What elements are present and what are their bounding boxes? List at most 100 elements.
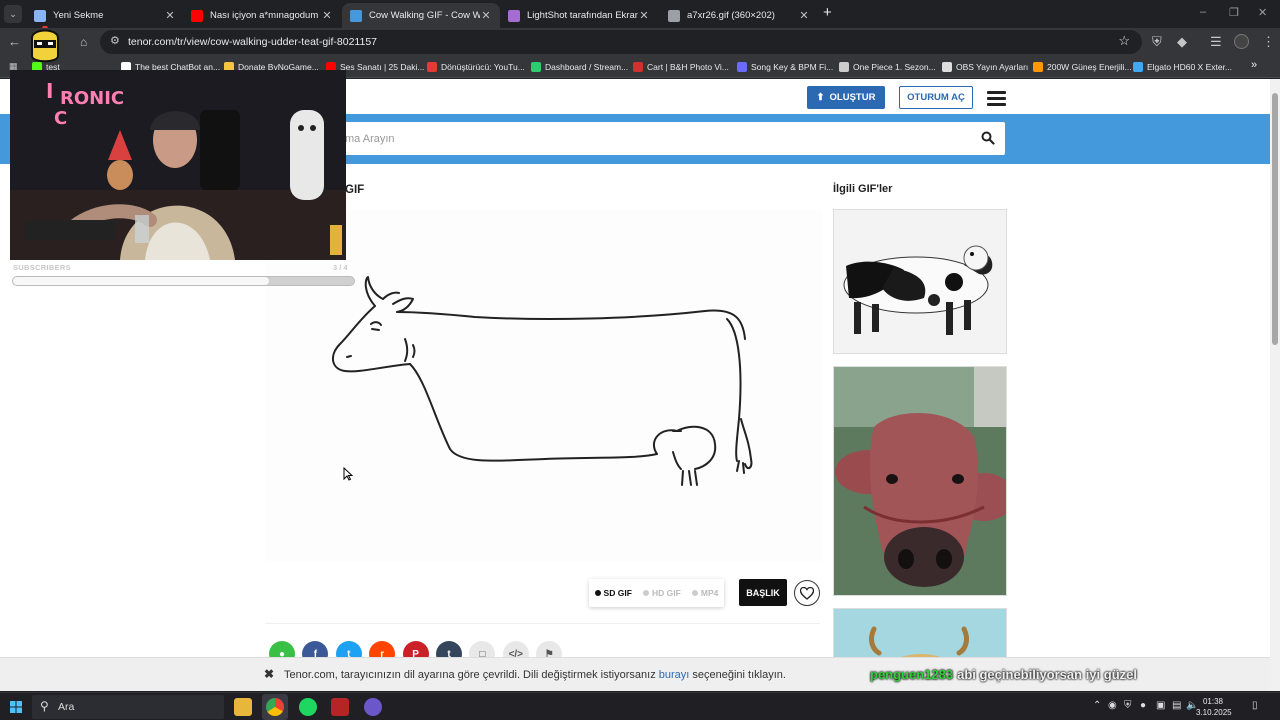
close-notice-icon[interactable]: ✖	[264, 667, 274, 681]
tray-chevron-icon[interactable]: ⌃	[1093, 700, 1101, 711]
profile-avatar[interactable]	[1234, 34, 1249, 49]
tab-close-icon[interactable]: ✕	[321, 9, 333, 22]
cow-drawing	[332, 276, 753, 570]
notification-icon[interactable]: ▯	[1252, 700, 1258, 711]
bookmark-favicon-icon	[942, 62, 952, 72]
tab-close-icon[interactable]: ✕	[164, 9, 176, 22]
tray-app-icon[interactable]: ▣	[1156, 700, 1165, 711]
network-icon[interactable]: ▤	[1172, 700, 1181, 711]
bookmark-item[interactable]: 200W Güneş Enerjili...	[1033, 60, 1132, 74]
caption-button[interactable]: BAŞLIK	[739, 579, 787, 606]
file-explorer-icon[interactable]	[234, 698, 252, 716]
search-input[interactable]: ma Arayın	[280, 122, 1005, 155]
taskbar-search-input[interactable]: ⚲ Ara	[32, 695, 224, 719]
browser-tab[interactable]: a7xr26.gif (360×202) ✕	[660, 3, 818, 28]
main-gif[interactable]	[265, 209, 822, 570]
bookmark-label: Elgato HD60 X Exter...	[1147, 62, 1233, 72]
home-icon[interactable]: ⌂	[80, 33, 87, 51]
bookmark-favicon-icon	[1033, 62, 1043, 72]
url-text: tenor.com/tr/view/cow-walking-udder-teat…	[128, 36, 378, 48]
tab-search-button[interactable]: ⌄	[4, 5, 22, 23]
minimize-icon[interactable]: –	[1200, 6, 1206, 18]
create-button[interactable]: ⬆ OLUŞTUR	[807, 86, 885, 109]
bookmark-label: One Piece 1. Sezon...	[853, 62, 936, 72]
back-icon[interactable]: ←	[8, 33, 21, 51]
page-scrollbar[interactable]	[1270, 79, 1280, 691]
format-option[interactable]: SD GIF	[594, 588, 632, 598]
format-option[interactable]: HD GIF	[643, 588, 681, 598]
tab-title: Yeni Sekme	[53, 10, 104, 21]
bookmark-label: Cart | B&H Photo Vi...	[647, 62, 729, 72]
extensions-icon[interactable]: ◆	[1177, 33, 1187, 51]
windows-start-icon[interactable]	[10, 701, 22, 713]
hamburger-menu-icon[interactable]	[987, 91, 1006, 109]
shield-extension-icon[interactable]: ⛨	[1152, 33, 1162, 51]
tray-obs-icon[interactable]: ◉	[1108, 700, 1117, 711]
taskbar-search-icon: ⚲	[40, 699, 49, 713]
clock-time: 01:38	[1202, 697, 1224, 706]
bookmark-star-icon[interactable]: ☆	[1118, 33, 1130, 49]
subscriber-goal-count: 3 / 4	[333, 263, 348, 272]
browser-tab[interactable]: Yeni Sekme ✕	[26, 3, 184, 28]
address-bar[interactable]: ⚙ tenor.com/tr/view/cow-walking-udder-te…	[100, 30, 1142, 54]
bookmark-favicon-icon	[737, 62, 747, 72]
bookmark-item[interactable]: One Piece 1. Sezon...	[839, 60, 936, 74]
subscriber-goal-fill	[13, 277, 269, 285]
tab-close-icon[interactable]: ✕	[798, 9, 810, 22]
tab-favicon-icon	[508, 9, 520, 22]
bookmark-item[interactable]: Dönüştürücü: YouTu...	[427, 60, 525, 74]
related-gif-red-cow[interactable]	[833, 366, 1007, 596]
favorite-button[interactable]	[794, 580, 820, 606]
subscriber-goal-bar	[12, 276, 355, 286]
media-controls-icon[interactable]: ☰	[1210, 33, 1222, 51]
close-window-icon[interactable]: ✕	[1258, 6, 1267, 19]
divider	[265, 623, 820, 624]
bookmark-item[interactable]: Dashboard / Stream...	[531, 60, 628, 74]
gif-title: GIF	[345, 184, 365, 196]
login-button[interactable]: OTURUM AÇ	[899, 86, 973, 109]
obs-app-icon[interactable]	[364, 698, 382, 716]
site-info-icon[interactable]: ⚙	[110, 34, 120, 47]
voicemeeter-icon[interactable]	[331, 698, 349, 716]
format-option[interactable]: MP4	[691, 588, 719, 598]
browser-toolbar: ← ⌂ ⚙ tenor.com/tr/view/cow-walking-udde…	[0, 28, 1280, 56]
maximize-icon[interactable]: ❐	[1229, 6, 1239, 19]
format-radio-icon	[691, 590, 698, 596]
browser-tab[interactable]: Nası içiyon a*mınagodum yava...✕	[183, 3, 341, 28]
related-gif-spotted-cow[interactable]	[833, 209, 1007, 354]
format-label: HD GIF	[652, 588, 681, 598]
notice-link[interactable]: burayı	[659, 669, 690, 681]
browser-tab[interactable]: Cow Walking GIF - Cow Walkin...✕	[342, 3, 500, 28]
tab-favicon-icon	[34, 9, 46, 22]
notice-text-end: seçeneğini tıklayın.	[689, 669, 786, 681]
tab-title: LightShot tarafından Ekran Gör...	[527, 10, 638, 21]
tab-title: a7xr26.gif (360×202)	[687, 10, 775, 21]
tab-close-icon[interactable]: ✕	[638, 9, 650, 22]
format-radio-icon	[643, 590, 649, 596]
bookmark-item[interactable]: OBS Yayın Ayarları	[942, 60, 1028, 74]
new-tab-button[interactable]: +	[823, 4, 832, 21]
webcam-image: I RONIC C	[10, 70, 346, 260]
search-placeholder: ma Arayın	[345, 132, 395, 145]
chrome-icon[interactable]	[266, 698, 284, 716]
heart-icon	[800, 586, 814, 600]
format-label: MP4	[700, 588, 719, 598]
format-radio-icon	[594, 590, 601, 596]
bookmark-item[interactable]: Song Key & BPM Fi...	[737, 60, 833, 74]
more-bookmarks-icon[interactable]: »	[1251, 59, 1257, 71]
microphone-icon[interactable]: ●	[1140, 700, 1146, 711]
spotify-icon[interactable]	[299, 698, 317, 716]
tray-shield-icon[interactable]: ⛨	[1124, 700, 1132, 711]
tab-close-icon[interactable]: ✕	[480, 9, 492, 22]
browser-tab[interactable]: LightShot tarafından Ekran Gör...✕	[500, 3, 658, 28]
clock-date: 3.10.2025	[1196, 708, 1232, 717]
windows-taskbar: ⚲ Ara ⌃ ◉ ⛨ ● ▣ ▤ 🔈 01:38 3.10.2025 ▯	[0, 692, 1280, 720]
menu-icon[interactable]: ⋮	[1262, 33, 1275, 51]
bookmark-item[interactable]: Cart | B&H Photo Vi...	[633, 60, 729, 74]
bookmark-item[interactable]: Elgato HD60 X Exter...	[1133, 60, 1232, 74]
bookmark-label: Song Key & BPM Fi...	[751, 62, 834, 72]
search-icon[interactable]	[981, 131, 995, 145]
system-clock[interactable]: 01:38 3.10.2025	[1196, 696, 1232, 718]
scroll-thumb[interactable]	[1272, 93, 1278, 345]
bookmark-favicon-icon	[427, 62, 437, 72]
